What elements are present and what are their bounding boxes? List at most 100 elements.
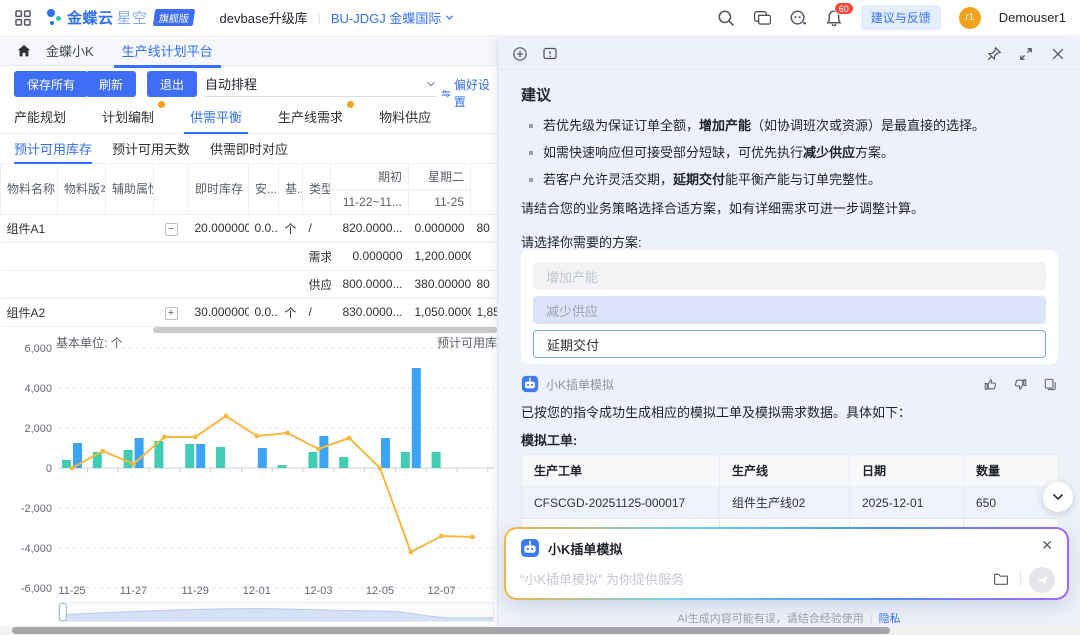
bullet-pre: 若客户允许灵活交期，: [543, 172, 673, 187]
divider: |: [318, 11, 321, 25]
user-avatar[interactable]: r1: [959, 7, 981, 29]
table-row: CFSCGD-20251125-000017组件生产线022025-12-016…: [522, 487, 1059, 519]
collapse-icon[interactable]: −: [165, 223, 178, 236]
module-tab-3[interactable]: 生产线需求: [278, 99, 343, 134]
aux-attribute-cell: [106, 270, 154, 298]
svg-text:12-01: 12-01: [243, 585, 271, 597]
environment-label: devbase升级库: [220, 8, 308, 27]
aux-attribute-cell: [106, 298, 154, 326]
app-launcher-icon[interactable]: [14, 9, 32, 27]
chart-datazoom-slider[interactable]: [58, 602, 494, 622]
agent-name-label: 小K插单模拟: [546, 376, 614, 393]
unit-cell: [279, 270, 303, 298]
tuesday-cell: 1,200.000000: [409, 242, 471, 270]
orders-table-header: 数量: [964, 455, 1059, 487]
view-subtab-2[interactable]: 供需即时对应: [210, 133, 288, 164]
input-card-title: 小K插单模拟: [548, 539, 622, 558]
table-row: 需求0.0000001,200.000000: [1, 242, 498, 270]
module-tab-2[interactable]: 供需平衡: [190, 99, 242, 134]
pin-icon[interactable]: [986, 46, 1002, 62]
orders-table-cell: CFSCGD-20251125-000017: [522, 487, 720, 519]
suggestion-bullet-1: 如需快速响应但可接受部分短缺，可优先执行减少供应方案。: [521, 139, 1058, 166]
material-name-cell: [1, 242, 58, 270]
home-icon[interactable]: [16, 43, 32, 59]
exit-button[interactable]: 退出: [147, 71, 197, 97]
attach-folder-icon[interactable]: [993, 571, 1009, 587]
material-name-cell: [1, 270, 58, 298]
page-horizontal-scrollbar[interactable]: [0, 626, 1080, 635]
schedule-select-value: 自动排程: [205, 74, 257, 93]
search-icon[interactable]: [717, 9, 735, 27]
thumbs-down-icon[interactable]: [1013, 377, 1028, 392]
grid-header-group: [471, 164, 498, 214]
expand-icon[interactable]: [1018, 46, 1034, 62]
edition-badge: 旗舰版: [152, 9, 194, 26]
left-work-area: 保存所有 刷新 退出 自动排程 偏好设置 产能规划计划编制供需平衡生产线需求物料…: [0, 66, 497, 635]
tab-production-line-platform[interactable]: 生产线计划平台: [122, 41, 213, 60]
settings-sliders-icon: [441, 88, 451, 99]
view-subtab-1[interactable]: 预计可用天数: [112, 133, 190, 164]
aux-attribute-cell: [106, 214, 154, 242]
expander-cell: [154, 270, 189, 298]
material-name-cell: 组件A2: [1, 298, 58, 326]
privacy-link[interactable]: 隐私: [879, 613, 901, 625]
username-label[interactable]: Demouser1: [999, 10, 1066, 25]
bullet-pre: 若优先级为保证订单全额，: [543, 118, 699, 133]
unit-cell: 个: [279, 214, 303, 242]
simulated-orders-title: 模拟工单:: [521, 430, 577, 449]
new-chat-plus-icon[interactable]: [512, 46, 528, 62]
agent-message-input[interactable]: [520, 567, 960, 591]
view-subtabs: 预计可用库存预计可用天数供需即时对应: [0, 134, 497, 164]
thumbs-up-icon[interactable]: [983, 377, 998, 392]
grid-header: 类型: [303, 164, 331, 214]
feedback-button[interactable]: 建议与反馈: [861, 5, 941, 30]
chart-area: 基本单位: 个 预计可用库存 6,0004,0002,0000-2,000-4,…: [0, 332, 497, 632]
org-switcher[interactable]: BU-JDGJ 金蝶国际: [331, 8, 456, 27]
plan-option-2[interactable]: 延期交付: [533, 330, 1046, 358]
material-version-cell: [58, 298, 106, 326]
grid-header: 物料版本: [58, 164, 106, 214]
customer-service-icon[interactable]: [789, 9, 807, 27]
schedule-select[interactable]: 自动排程: [205, 71, 437, 97]
send-button[interactable]: [1029, 567, 1055, 593]
module-tab-1[interactable]: 计划编制: [102, 99, 154, 134]
unit-cell: 个: [279, 298, 303, 326]
module-tab-0[interactable]: 产能规划: [14, 99, 66, 134]
bullet-post: 能平衡产能与订单完整性。: [725, 172, 881, 187]
notification-count-badge: 60: [834, 2, 854, 15]
plan-option-1[interactable]: 减少供应: [533, 296, 1046, 324]
bullet-post: （如协调班次或资源）是最直接的选择。: [751, 118, 985, 133]
view-subtab-0[interactable]: 预计可用库存: [14, 133, 92, 164]
copy-icon[interactable]: [1043, 377, 1058, 392]
type-cell: /: [303, 214, 331, 242]
tab-kingdee-xiaok[interactable]: 金蝶小K: [46, 41, 94, 60]
bullet-bold: 增加产能: [699, 118, 751, 133]
expand-icon[interactable]: +: [165, 307, 178, 320]
close-input-card-icon[interactable]: ✕: [1041, 537, 1053, 554]
module-tab-4[interactable]: 物料供应: [379, 99, 431, 134]
refresh-button[interactable]: 刷新: [86, 71, 136, 97]
notifications-bell-icon[interactable]: 60: [825, 9, 843, 27]
history-comment-icon[interactable]: [542, 46, 558, 62]
grid-header: 物料名称: [1, 164, 58, 214]
chart-legend[interactable]: 预计可用库存: [433, 334, 497, 351]
supply-demand-chart: 6,0004,0002,0000-2,000-4,000-6,00011-251…: [0, 332, 497, 598]
grid-header-date: 11-22~11...: [331, 189, 409, 214]
bullet-pre: 如需快速响应但可接受部分短缺，可优先执行: [543, 145, 803, 160]
svg-text:11-27: 11-27: [120, 585, 147, 597]
suggestion-bullets: 若优先级为保证订单全额，增加产能（如协调班次或资源）是最直接的选择。如需快速响应…: [521, 112, 1058, 193]
close-panel-icon[interactable]: [1050, 46, 1066, 62]
grid-header: 即时库存: [189, 164, 249, 214]
notification-dot-icon: [347, 101, 354, 108]
scroll-to-bottom-button[interactable]: [1043, 482, 1073, 512]
stock-cell: [189, 270, 249, 298]
plan-option-0[interactable]: 增加产能: [533, 262, 1046, 290]
notification-dot-icon: [158, 101, 165, 108]
chevron-down-icon: [444, 12, 455, 23]
chevron-down-icon: [425, 78, 437, 90]
robot-icon: [521, 375, 539, 393]
save-all-button[interactable]: 保存所有: [14, 71, 88, 97]
message-icon[interactable]: [753, 9, 771, 27]
page-scrollbar-thumb[interactable]: [12, 627, 890, 634]
orders-table-header: 生产线: [720, 455, 850, 487]
